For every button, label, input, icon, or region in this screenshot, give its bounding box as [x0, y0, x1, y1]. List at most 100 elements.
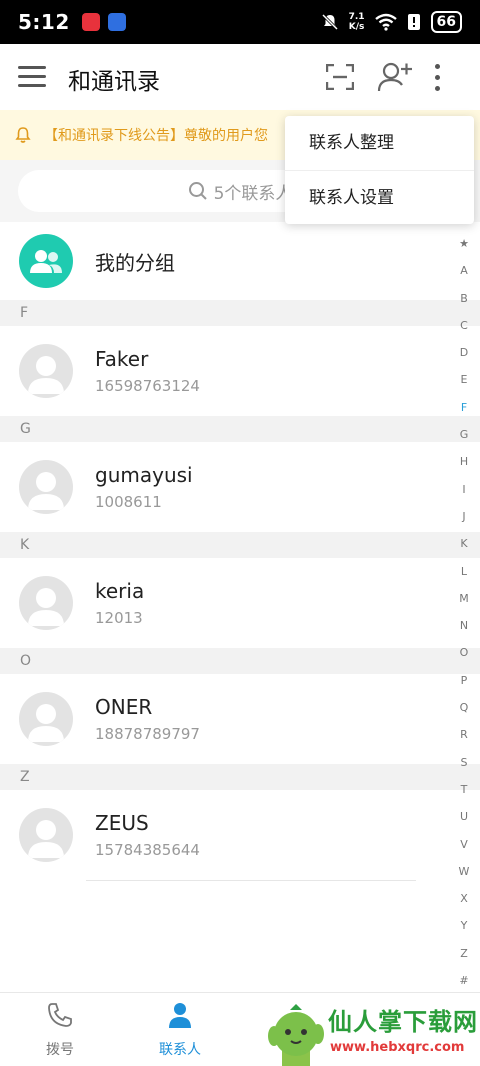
alpha-index-letter[interactable]: V	[460, 831, 468, 858]
contact-name: keria	[95, 579, 145, 603]
contacts-person-icon	[169, 1003, 191, 1028]
alpha-index-letter[interactable]: W	[459, 858, 470, 885]
alpha-index-letter[interactable]: S	[461, 749, 468, 776]
alpha-index-letter[interactable]: F	[461, 394, 467, 421]
alpha-index-letter[interactable]: M	[459, 585, 469, 612]
section-header: F	[0, 300, 480, 326]
alpha-index-letter[interactable]: K	[460, 530, 467, 557]
contact-list: 我的分组 F Faker 16598763124 G gumayusi 1008…	[0, 222, 480, 881]
contact-number: 16598763124	[95, 377, 200, 395]
alpha-index-letter[interactable]: O	[460, 639, 469, 666]
section-o: O ONER 18878789797	[0, 648, 480, 764]
contact-row[interactable]: gumayusi 1008611	[0, 442, 480, 532]
search-placeholder: 5个联系人	[213, 183, 293, 204]
alphabet-index[interactable]: ★ A B C D E F G H I J K L M N O P Q R S T U V W X Y Z #	[454, 230, 474, 994]
section-k: K keria 12013	[0, 532, 480, 648]
cactus-logo-icon	[268, 1004, 324, 1066]
alpha-index-letter[interactable]: C	[460, 312, 468, 339]
alpha-index-letter[interactable]: Y	[461, 912, 468, 939]
alpha-index-letter[interactable]: U	[460, 803, 468, 830]
watermark-text: 仙人掌下载网	[328, 1008, 478, 1036]
contact-info: ONER 18878789797	[95, 693, 200, 745]
alpha-index-letter[interactable]: G	[460, 421, 469, 448]
alpha-index-letter[interactable]: A	[460, 257, 468, 284]
group-people-icon	[30, 250, 62, 273]
tab-dial[interactable]: 拨号	[15, 1001, 105, 1059]
announcement-text: 【和通讯录下线公告】尊敬的用户您	[44, 128, 268, 144]
alpha-index-letter[interactable]: ★	[459, 230, 469, 257]
contact-row[interactable]: ZEUS 15784385644	[0, 790, 480, 880]
alpha-index-letter[interactable]: N	[460, 612, 468, 639]
scan-icon[interactable]	[326, 64, 354, 90]
search-icon	[188, 182, 207, 200]
alpha-index-letter[interactable]: R	[460, 721, 468, 748]
default-avatar-icon	[28, 588, 64, 626]
wifi-icon	[374, 13, 397, 31]
contact-row[interactable]: ONER 18878789797	[0, 674, 480, 764]
watermark-url: www.hebxqrc.com	[330, 1040, 465, 1055]
contact-name: ONER	[95, 695, 153, 719]
mute-bell-icon	[321, 13, 338, 31]
bell-icon	[15, 127, 31, 143]
alert-icon	[407, 14, 420, 30]
notification-app-icon	[107, 13, 126, 31]
alpha-index-letter[interactable]: J	[462, 503, 465, 530]
notification-app-icon	[81, 13, 100, 31]
status-right: 7.1 K/s 66	[321, 11, 462, 33]
section-header: Z	[0, 764, 480, 790]
contact-info: gumayusi 1008611	[95, 461, 193, 513]
default-avatar-icon	[28, 704, 64, 742]
alpha-index-letter[interactable]: T	[461, 776, 468, 803]
app-header: 和通讯录	[0, 44, 480, 110]
tab-label: 联系人	[159, 1042, 201, 1058]
alpha-index-letter[interactable]: Z	[460, 940, 468, 967]
avatar	[19, 692, 73, 746]
alpha-index-letter[interactable]: X	[460, 885, 468, 912]
avatar	[19, 344, 73, 398]
default-avatar-icon	[28, 472, 64, 510]
status-bar: 5:12 7.1 K/s 66	[0, 0, 480, 44]
overflow-menu: 联系人整理 联系人设置	[285, 116, 474, 224]
avatar	[19, 460, 73, 514]
contact-number: 1008611	[95, 493, 162, 511]
alpha-index-letter[interactable]: B	[460, 285, 468, 312]
watermark: 仙人掌下载网 www.hebxqrc.com	[266, 1000, 480, 1066]
alpha-index-letter[interactable]: E	[461, 366, 468, 393]
tab-label: 拨号	[46, 1042, 74, 1058]
more-icon[interactable]	[430, 64, 444, 94]
battery-indicator: 66	[430, 11, 462, 33]
contact-info: keria 12013	[95, 577, 144, 629]
contact-row[interactable]: keria 12013	[0, 558, 480, 648]
section-z: Z ZEUS 15784385644	[0, 764, 480, 880]
contact-info: Faker 16598763124	[95, 345, 200, 397]
page-title: 和通讯录	[68, 69, 160, 95]
alpha-index-letter[interactable]: #	[459, 967, 468, 994]
group-label: 我的分组	[95, 250, 175, 275]
add-contact-icon[interactable]	[377, 62, 413, 92]
contact-name: ZEUS	[95, 811, 149, 835]
alpha-index-letter[interactable]: Q	[460, 694, 469, 721]
section-header: K	[0, 532, 480, 558]
contact-info: ZEUS 15784385644	[95, 809, 200, 861]
menu-icon[interactable]	[18, 66, 46, 88]
tab-contacts[interactable]: 联系人	[135, 1001, 225, 1059]
menu-item-organize-contacts[interactable]: 联系人整理	[285, 116, 474, 170]
alpha-index-letter[interactable]: D	[460, 339, 468, 366]
alpha-index-letter[interactable]: L	[461, 558, 467, 585]
section-header: O	[0, 648, 480, 674]
my-groups-row[interactable]: 我的分组	[0, 222, 480, 300]
network-speed: 7.1 K/s	[348, 12, 365, 32]
avatar	[19, 808, 73, 862]
default-avatar-icon	[28, 820, 64, 858]
alpha-index-letter[interactable]: P	[461, 667, 468, 694]
section-header: G	[0, 416, 480, 442]
contact-row[interactable]: Faker 16598763124	[0, 326, 480, 416]
contact-number: 15784385644	[95, 841, 200, 859]
contact-number: 18878789797	[95, 725, 200, 743]
menu-item-contact-settings[interactable]: 联系人设置	[285, 170, 474, 224]
divider	[86, 880, 416, 881]
group-avatar	[19, 234, 73, 288]
alpha-index-letter[interactable]: H	[460, 448, 468, 475]
alpha-index-letter[interactable]: I	[462, 476, 465, 503]
section-g: G gumayusi 1008611	[0, 416, 480, 532]
